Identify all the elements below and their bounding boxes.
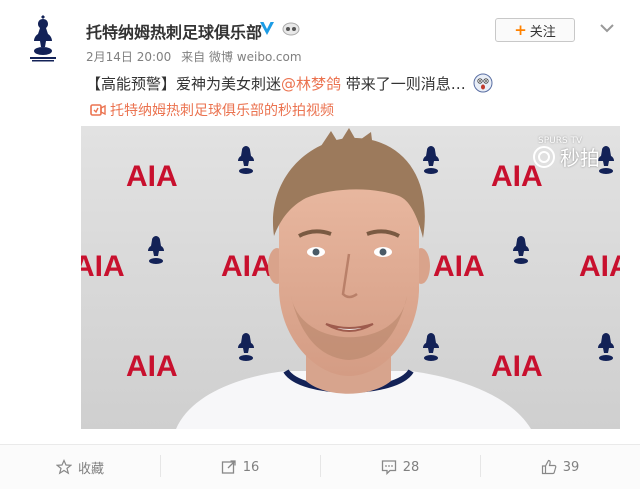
verified-badge-icon	[260, 22, 274, 35]
sponsor-wordmark: AIA	[126, 350, 178, 383]
sponsor-wordmark: AIA	[491, 350, 543, 383]
post-text-suffix: 带来了一则消息…	[341, 75, 466, 93]
post-text-prefix: 【高能预警】爱神为美女刺迷	[86, 75, 282, 93]
comment-count: 28	[402, 459, 420, 475]
club-logo-avatar[interactable]	[22, 15, 64, 63]
thumbs-up-icon	[541, 459, 557, 475]
author-name[interactable]: 托特纳姆热刺足球俱乐部	[86, 19, 262, 43]
watermark-channel: SPURS TV	[538, 136, 583, 146]
repost-button[interactable]: 16	[160, 445, 320, 489]
sponsor-wordmark: AIA	[433, 250, 485, 283]
comment-button[interactable]: 28	[320, 445, 480, 489]
source-prefix: 来自	[181, 50, 206, 64]
member-badge-icon[interactable]	[282, 22, 300, 36]
favorite-button[interactable]: 收藏	[0, 445, 160, 489]
mention-link[interactable]: @林梦鸽	[281, 75, 341, 93]
favorite-label: 收藏	[77, 461, 104, 477]
video-link[interactable]: 托特纳姆热刺足球俱乐部的秒拍视频	[90, 100, 334, 120]
post-date[interactable]: 2月14日 20:00	[86, 50, 171, 64]
post-text: 【高能预警】爱神为美女刺迷@林梦鸽 带来了一则消息…	[86, 73, 493, 94]
video-camera-icon	[90, 104, 106, 116]
like-button[interactable]: 39	[480, 445, 640, 489]
action-bar: 收藏 16 28 39	[0, 444, 640, 489]
post-source-link[interactable]: 微博 weibo.com	[209, 50, 302, 64]
follow-label: 关注	[529, 24, 556, 40]
video-link-label: 托特纳姆热刺足球俱乐部的秒拍视频	[110, 103, 334, 119]
video-watermark: SPURS TV 秒拍	[532, 136, 600, 171]
chevron-down-icon[interactable]	[597, 18, 617, 38]
sponsor-wordmark: AIA	[221, 250, 273, 283]
watermark-label: 秒拍	[560, 146, 600, 170]
post-meta: 2月14日 20:00 来自 微博 weibo.com	[86, 48, 302, 65]
repost-icon	[221, 460, 236, 474]
follow-button[interactable]: + 关注	[495, 18, 575, 42]
shocked-face-emoji-icon	[473, 73, 493, 93]
sponsor-wordmark: AIA	[126, 160, 178, 193]
like-count: 39	[562, 459, 580, 475]
sponsor-wordmark: AIA	[579, 250, 620, 283]
miaopai-logo-icon	[533, 145, 555, 168]
video-frame: AIA AIA AIA AIA AIA AIA AIA AIA	[81, 126, 620, 429]
repost-count: 16	[242, 459, 260, 475]
sponsor-wordmark: AIA	[81, 250, 125, 283]
star-icon	[55, 459, 72, 475]
video-player[interactable]: AIA AIA AIA AIA AIA AIA AIA AIA SPURS TV…	[81, 126, 620, 429]
comment-icon	[381, 460, 396, 475]
plus-icon: +	[514, 20, 527, 39]
